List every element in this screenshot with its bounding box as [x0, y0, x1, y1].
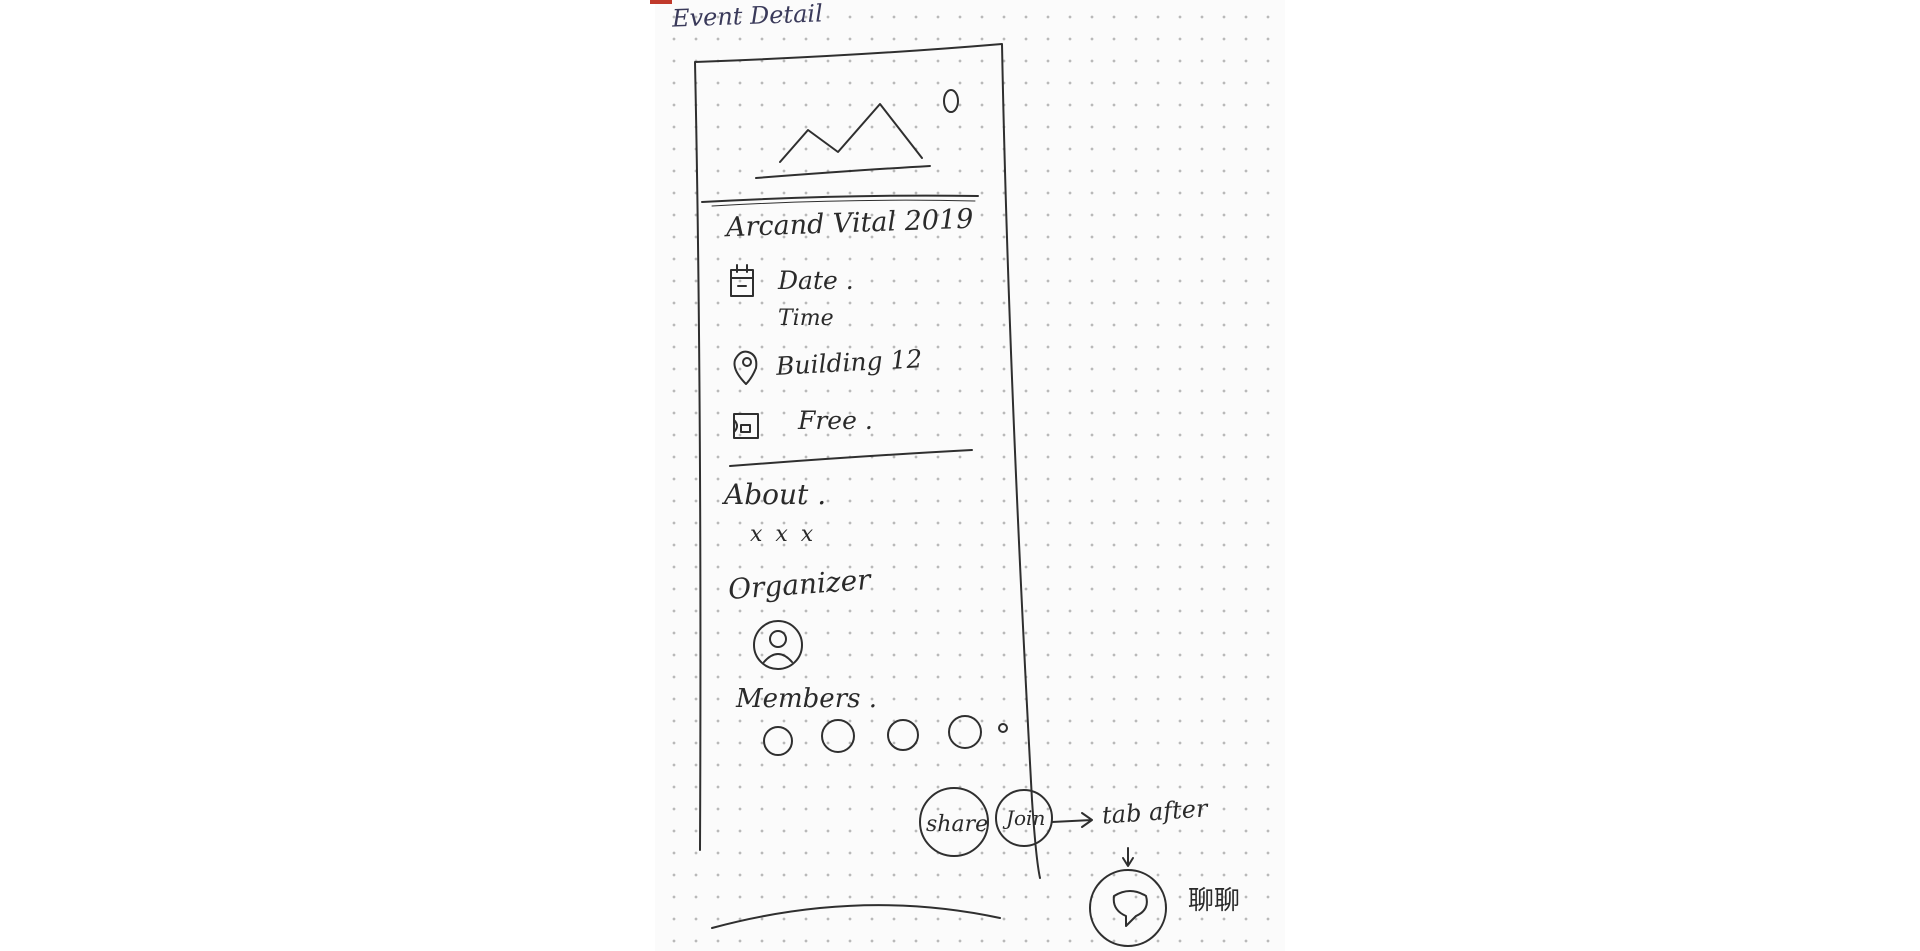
- location-pin-icon: [733, 350, 758, 385]
- member-avatar-more: [998, 723, 1008, 733]
- members-heading: Members .: [736, 684, 877, 714]
- down-arrow: [1122, 847, 1134, 867]
- ticket-icon: [733, 413, 759, 439]
- tab-after-arrow: [1051, 812, 1093, 828]
- about-text: x x x: [750, 522, 817, 547]
- mountain-image-placeholder-icon: [755, 103, 931, 179]
- member-avatar-4: [948, 715, 982, 749]
- share-button-label[interactable]: share: [926, 812, 988, 837]
- join-button-label[interactable]: Join: [1006, 806, 1045, 830]
- calendar-icon: [730, 264, 754, 297]
- chat-label-annotation: 聊聊: [1188, 886, 1241, 916]
- time-label: Time: [778, 306, 834, 331]
- circle-icon: [943, 89, 959, 113]
- member-avatar-2: [821, 719, 855, 753]
- wireframe-sketch: [694, 43, 1167, 947]
- chat-bubble-icon: [1112, 890, 1148, 927]
- member-avatar-3: [887, 719, 919, 751]
- date-label: Date .: [778, 266, 854, 295]
- person-avatar-icon: [753, 620, 803, 670]
- info-divider: [729, 449, 973, 467]
- chat-annotation-circle: [1089, 869, 1167, 947]
- price-label: Free .: [798, 406, 873, 435]
- member-avatar-1: [763, 726, 793, 756]
- about-heading: About .: [724, 478, 827, 511]
